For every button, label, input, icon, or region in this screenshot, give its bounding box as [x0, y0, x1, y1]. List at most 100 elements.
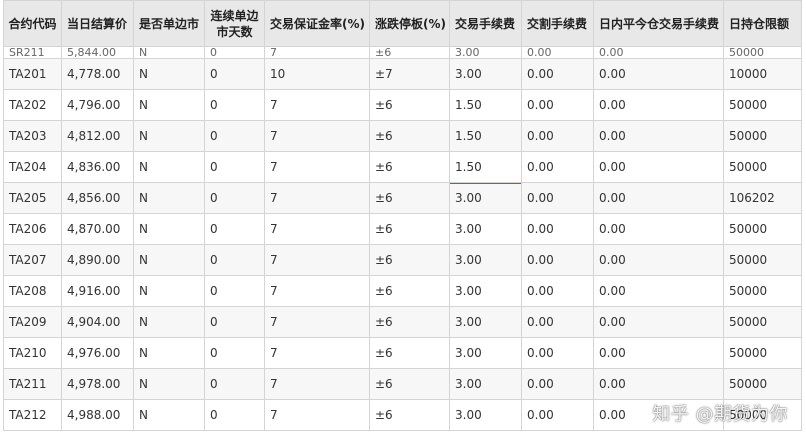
cell-trading-fee: 3.00	[449, 275, 522, 307]
header-price-limit[interactable]: 涨跌停板(%)	[369, 0, 450, 47]
cell-days: 0	[204, 89, 265, 121]
cell-intraday-fee: 0.00	[593, 58, 724, 90]
cell-intraday-fee: 0.00	[593, 337, 724, 369]
table-row[interactable]: TA211 4,978.00 N 0 7 ±6 3.00 0.00 0.00 50000	[3, 368, 802, 400]
cell-position-limit: 50000	[723, 46, 802, 59]
header-contract-code[interactable]: 合约代码	[3, 0, 62, 47]
cell-trading-fee: 3.00	[449, 368, 522, 400]
cell-limit: ±6	[369, 46, 450, 59]
cell-contract: TA210	[3, 337, 62, 369]
cell-delivery-fee: 0.00	[521, 182, 594, 214]
cell-delivery-fee: 0.00	[521, 399, 594, 431]
header-one-sided-market[interactable]: 是否单边市	[133, 0, 205, 47]
cell-intraday-fee: 0.00	[593, 306, 724, 338]
cell-days: 0	[204, 368, 265, 400]
cell-intraday-fee: 0.00	[593, 151, 724, 183]
cell-margin: 7	[264, 368, 370, 400]
cell-settlement: 4,778.00	[61, 58, 134, 90]
cell-intraday-fee: 0.00	[593, 244, 724, 276]
cell-days: 0	[204, 244, 265, 276]
cell-days: 0	[204, 399, 265, 431]
header-row: 合约代码 当日结算价 是否单边市 连续单边市天数 交易保证金率(%) 涨跌停板(…	[3, 0, 802, 47]
cell-margin: 7	[264, 120, 370, 152]
cell-one-sided: N	[133, 58, 205, 90]
cell-position-limit: 50000	[723, 120, 802, 152]
cell-delivery-fee: 0.00	[521, 213, 594, 245]
cell-settlement: 4,988.00	[61, 399, 134, 431]
cell-margin: 10	[264, 58, 370, 90]
cell-limit: ±6	[369, 120, 450, 152]
cell-intraday-fee: 0.00	[593, 89, 724, 121]
table-row[interactable]: TA210 4,976.00 N 0 7 ±6 3.00 0.00 0.00 50000	[3, 337, 802, 369]
cell-intraday-fee: 0.00	[593, 46, 724, 59]
cell-limit: ±6	[369, 368, 450, 400]
table-row[interactable]: TA201 4,778.00 N 0 10 ±7 3.00 0.00 0.00 10000	[3, 58, 802, 90]
cell-delivery-fee: 0.00	[521, 46, 594, 59]
header-margin-rate[interactable]: 交易保证金率(%)	[264, 0, 370, 47]
header-position-limit[interactable]: 日持仓限额	[723, 0, 802, 47]
cell-trading-fee: 3.00	[449, 337, 522, 369]
cell-contract: TA201	[3, 58, 62, 90]
cell-one-sided: N	[133, 399, 205, 431]
cell-position-limit: 50000	[723, 306, 802, 338]
cell-limit: ±6	[369, 244, 450, 276]
cell-one-sided: N	[133, 368, 205, 400]
cell-limit: ±6	[369, 337, 450, 369]
cell-position-limit: 50000	[723, 151, 802, 183]
cell-days: 0	[204, 275, 265, 307]
table-row[interactable]: TA205 4,856.00 N 0 7 ±6 3.00 0.00 0.00 106202	[3, 182, 802, 214]
cell-settlement: 4,904.00	[61, 306, 134, 338]
header-intraday-close-fee[interactable]: 日内平今仓交易手续费	[593, 0, 724, 47]
cell-position-limit: 50000	[723, 337, 802, 369]
cell-contract: TA206	[3, 213, 62, 245]
cell-settlement: 4,856.00	[61, 182, 134, 214]
cell-contract: TA203	[3, 120, 62, 152]
cell-settlement: 4,836.00	[61, 151, 134, 183]
cell-days: 0	[204, 213, 265, 245]
cell-limit: ±6	[369, 399, 450, 431]
cell-one-sided: N	[133, 120, 205, 152]
cell-one-sided: N	[133, 337, 205, 369]
header-trading-fee[interactable]: 交易手续费	[449, 0, 522, 47]
cell-delivery-fee: 0.00	[521, 89, 594, 121]
table-row[interactable]: TA206 4,870.00 N 0 7 ±6 3.00 0.00 0.00 50000	[3, 213, 802, 245]
cell-position-limit: 50000	[723, 213, 802, 245]
table-row[interactable]: TA204 4,836.00 N 0 7 ±6 1.50 0.00 0.00 50000	[3, 151, 802, 183]
cell-margin: 7	[264, 89, 370, 121]
watermark: 知乎 @期货为你	[652, 404, 788, 425]
table-row[interactable]: TA202 4,796.00 N 0 7 ±6 1.50 0.00 0.00 50000	[3, 89, 802, 121]
header-settlement-price[interactable]: 当日结算价	[61, 0, 134, 47]
cell-limit: ±6	[369, 306, 450, 338]
cell-one-sided: N	[133, 46, 205, 59]
cell-one-sided: N	[133, 275, 205, 307]
cell-contract: TA208	[3, 275, 62, 307]
cell-position-limit: 50000	[723, 275, 802, 307]
header-delivery-fee[interactable]: 交割手续费	[521, 0, 594, 47]
table-row[interactable]: TA209 4,904.00 N 0 7 ±6 3.00 0.00 0.00 50000	[3, 306, 802, 338]
cell-contract: TA204	[3, 151, 62, 183]
highlighted-trading-fee-cell: 3.00	[449, 182, 522, 214]
cell-delivery-fee: 0.00	[521, 275, 594, 307]
table-row[interactable]: TA203 4,812.00 N 0 7 ±6 1.50 0.00 0.00 50000	[3, 120, 802, 152]
cell-margin: 7	[264, 275, 370, 307]
cell-trading-fee: 3.00	[449, 399, 522, 431]
cell-margin: 7	[264, 399, 370, 431]
cell-position-limit: 10000	[723, 58, 802, 90]
cell-limit: ±6	[369, 182, 450, 214]
cell-days: 0	[204, 182, 265, 214]
cell-settlement: 5,844.00	[61, 46, 134, 59]
cell-one-sided: N	[133, 182, 205, 214]
cell-settlement: 4,812.00	[61, 120, 134, 152]
header-consecutive-days[interactable]: 连续单边市天数	[204, 0, 265, 47]
cell-one-sided: N	[133, 151, 205, 183]
table-body: SR211 5,844.00 N 0 7 ±6 3.00 0.00 0.00 5…	[3, 46, 802, 431]
cell-settlement: 4,976.00	[61, 337, 134, 369]
cell-trading-fee: 3.00	[449, 213, 522, 245]
cell-one-sided: N	[133, 213, 205, 245]
cell-trading-fee: 1.50	[449, 89, 522, 121]
cell-settlement: 4,916.00	[61, 275, 134, 307]
cell-days: 0	[204, 120, 265, 152]
table-row[interactable]: TA208 4,916.00 N 0 7 ±6 3.00 0.00 0.00 50000	[3, 275, 802, 307]
table-row[interactable]: TA207 4,890.00 N 0 7 ±6 3.00 0.00 0.00 50000	[3, 244, 802, 276]
cell-contract: TA212	[3, 399, 62, 431]
